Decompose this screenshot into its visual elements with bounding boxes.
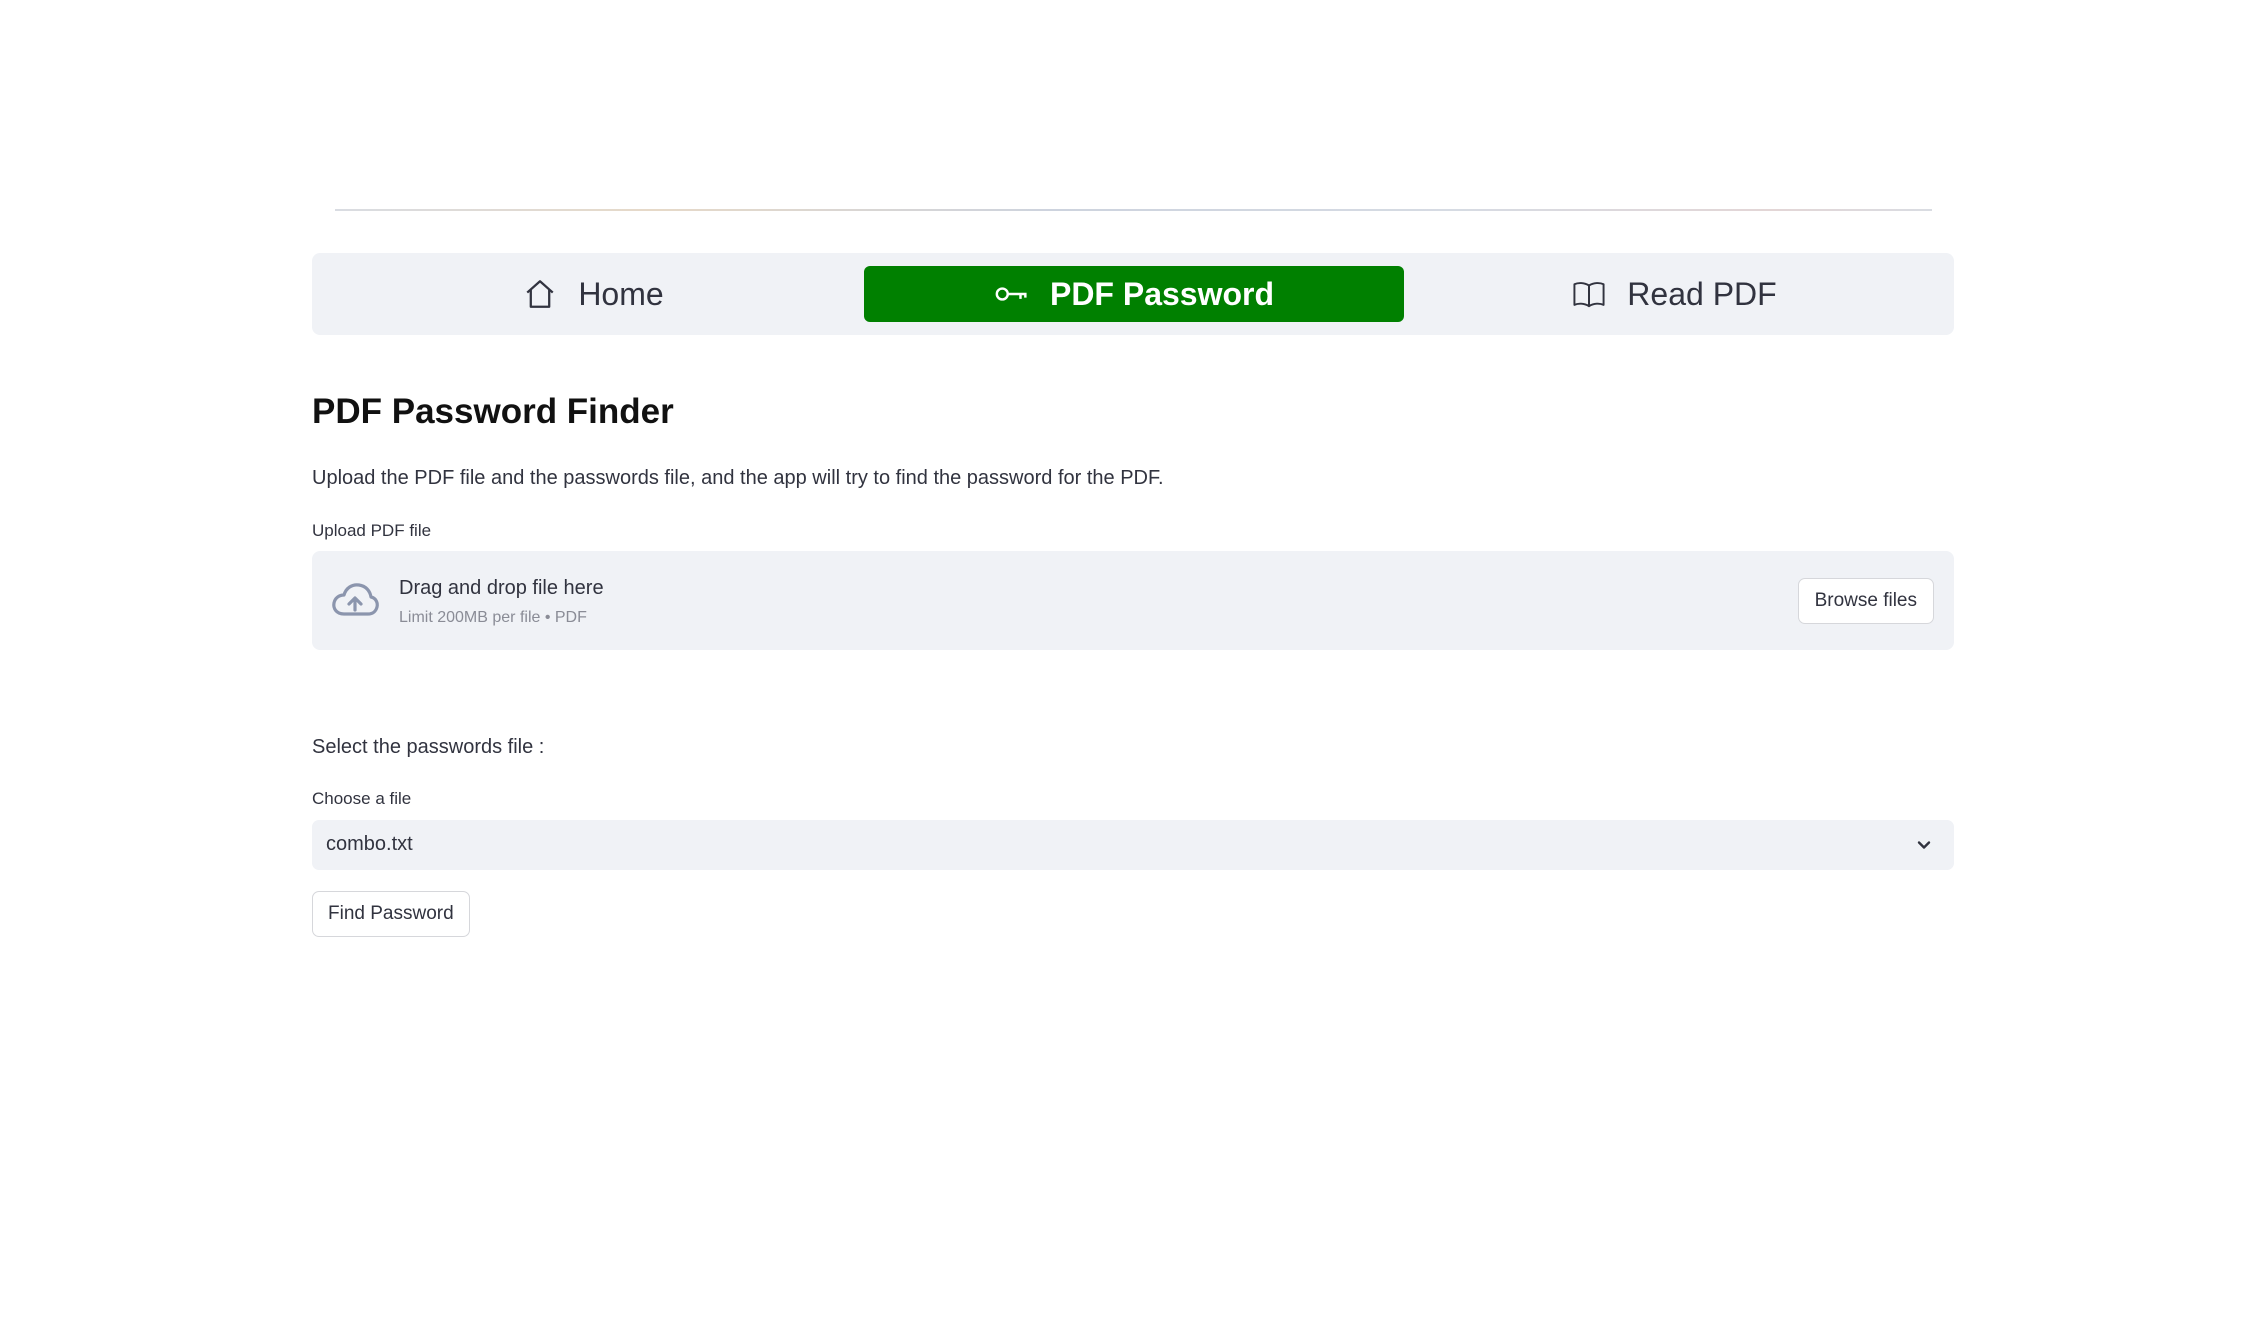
cloud-upload-icon	[332, 583, 379, 616]
nav-bar: Home PDF Password Read PDF	[312, 253, 1954, 335]
page-description: Upload the PDF file and the passwords fi…	[312, 467, 1164, 489]
header-divider	[335, 209, 1932, 211]
nav-item-pdf-password[interactable]: PDF Password	[864, 266, 1404, 322]
passwords-section-label: Select the passwords file :	[312, 736, 545, 758]
choose-file-label: Choose a file	[312, 789, 412, 808]
browse-files-button[interactable]: Browse files	[1797, 578, 1934, 624]
dropzone-instruction: Drag and drop file here	[399, 577, 604, 599]
nav-item-label: Home	[578, 275, 664, 312]
find-password-button[interactable]: Find Password	[312, 891, 470, 937]
page-title: PDF Password Finder	[312, 392, 674, 431]
nav-item-home[interactable]: Home	[325, 266, 861, 322]
nav-item-label: Read PDF	[1627, 275, 1777, 312]
passwords-file-select[interactable]: combo.txt	[312, 820, 1954, 870]
nav-item-label: PDF Password	[1049, 275, 1275, 312]
chevron-down-icon	[1917, 841, 1931, 849]
pdf-file-dropzone[interactable]: Drag and drop file here Limit 200MB per …	[312, 551, 1954, 650]
house-icon	[522, 276, 558, 312]
key-icon	[994, 276, 1030, 312]
nav-item-read-pdf[interactable]: Read PDF	[1407, 266, 1941, 322]
selected-file-value: combo.txt	[326, 833, 413, 855]
upload-pdf-label: Upload PDF file	[312, 521, 432, 540]
dropzone-limit-text: Limit 200MB per file • PDF	[399, 609, 587, 626]
book-icon	[1571, 276, 1607, 312]
